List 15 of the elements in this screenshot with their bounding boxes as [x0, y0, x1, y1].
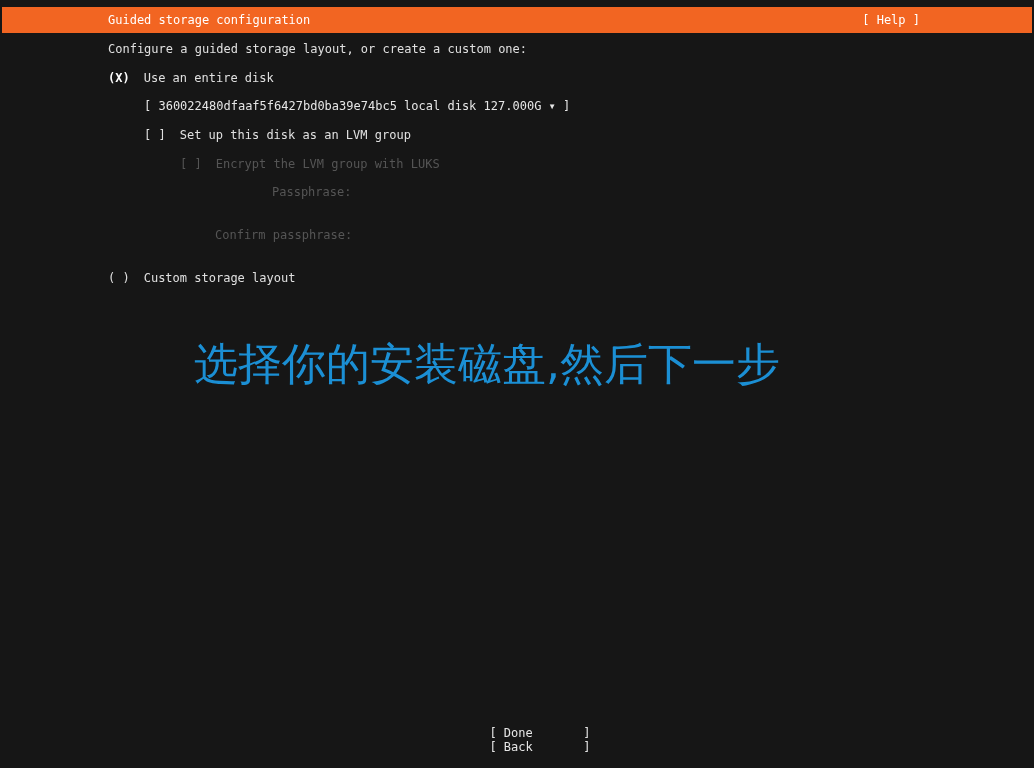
checkbox-label: Encrypt the LVM group with LUKS: [215, 157, 440, 171]
field-label: Passphrase:: [272, 185, 352, 199]
disk-dropdown[interactable]: [ 360022480dfaaf5f6427bd0ba39e74bc5 local disk 127.000G ▾ ]: [144, 99, 571, 113]
option-label: Use an entire disk: [143, 71, 274, 85]
menu-button[interactable]: [ Back ]: [489, 740, 591, 754]
radio-button[interactable]: ( ): [108, 271, 130, 285]
menu-button[interactable]: [ Done ]: [489, 726, 591, 740]
option-label: Custom storage layout: [143, 271, 296, 285]
radio-button[interactable]: (X): [108, 71, 130, 85]
checkbox[interactable]: [ ]: [144, 128, 166, 142]
intro-text: Configure a guided storage layout, or create a custom one:: [108, 42, 529, 56]
checkbox-label: Set up this disk as an LVM group: [179, 128, 411, 142]
field-label: Confirm passphrase:: [215, 228, 353, 242]
caption-text: 选择你的安装磁盘,然后下一步: [194, 337, 781, 391]
screen-title: Guided storage configuration: [108, 13, 311, 27]
